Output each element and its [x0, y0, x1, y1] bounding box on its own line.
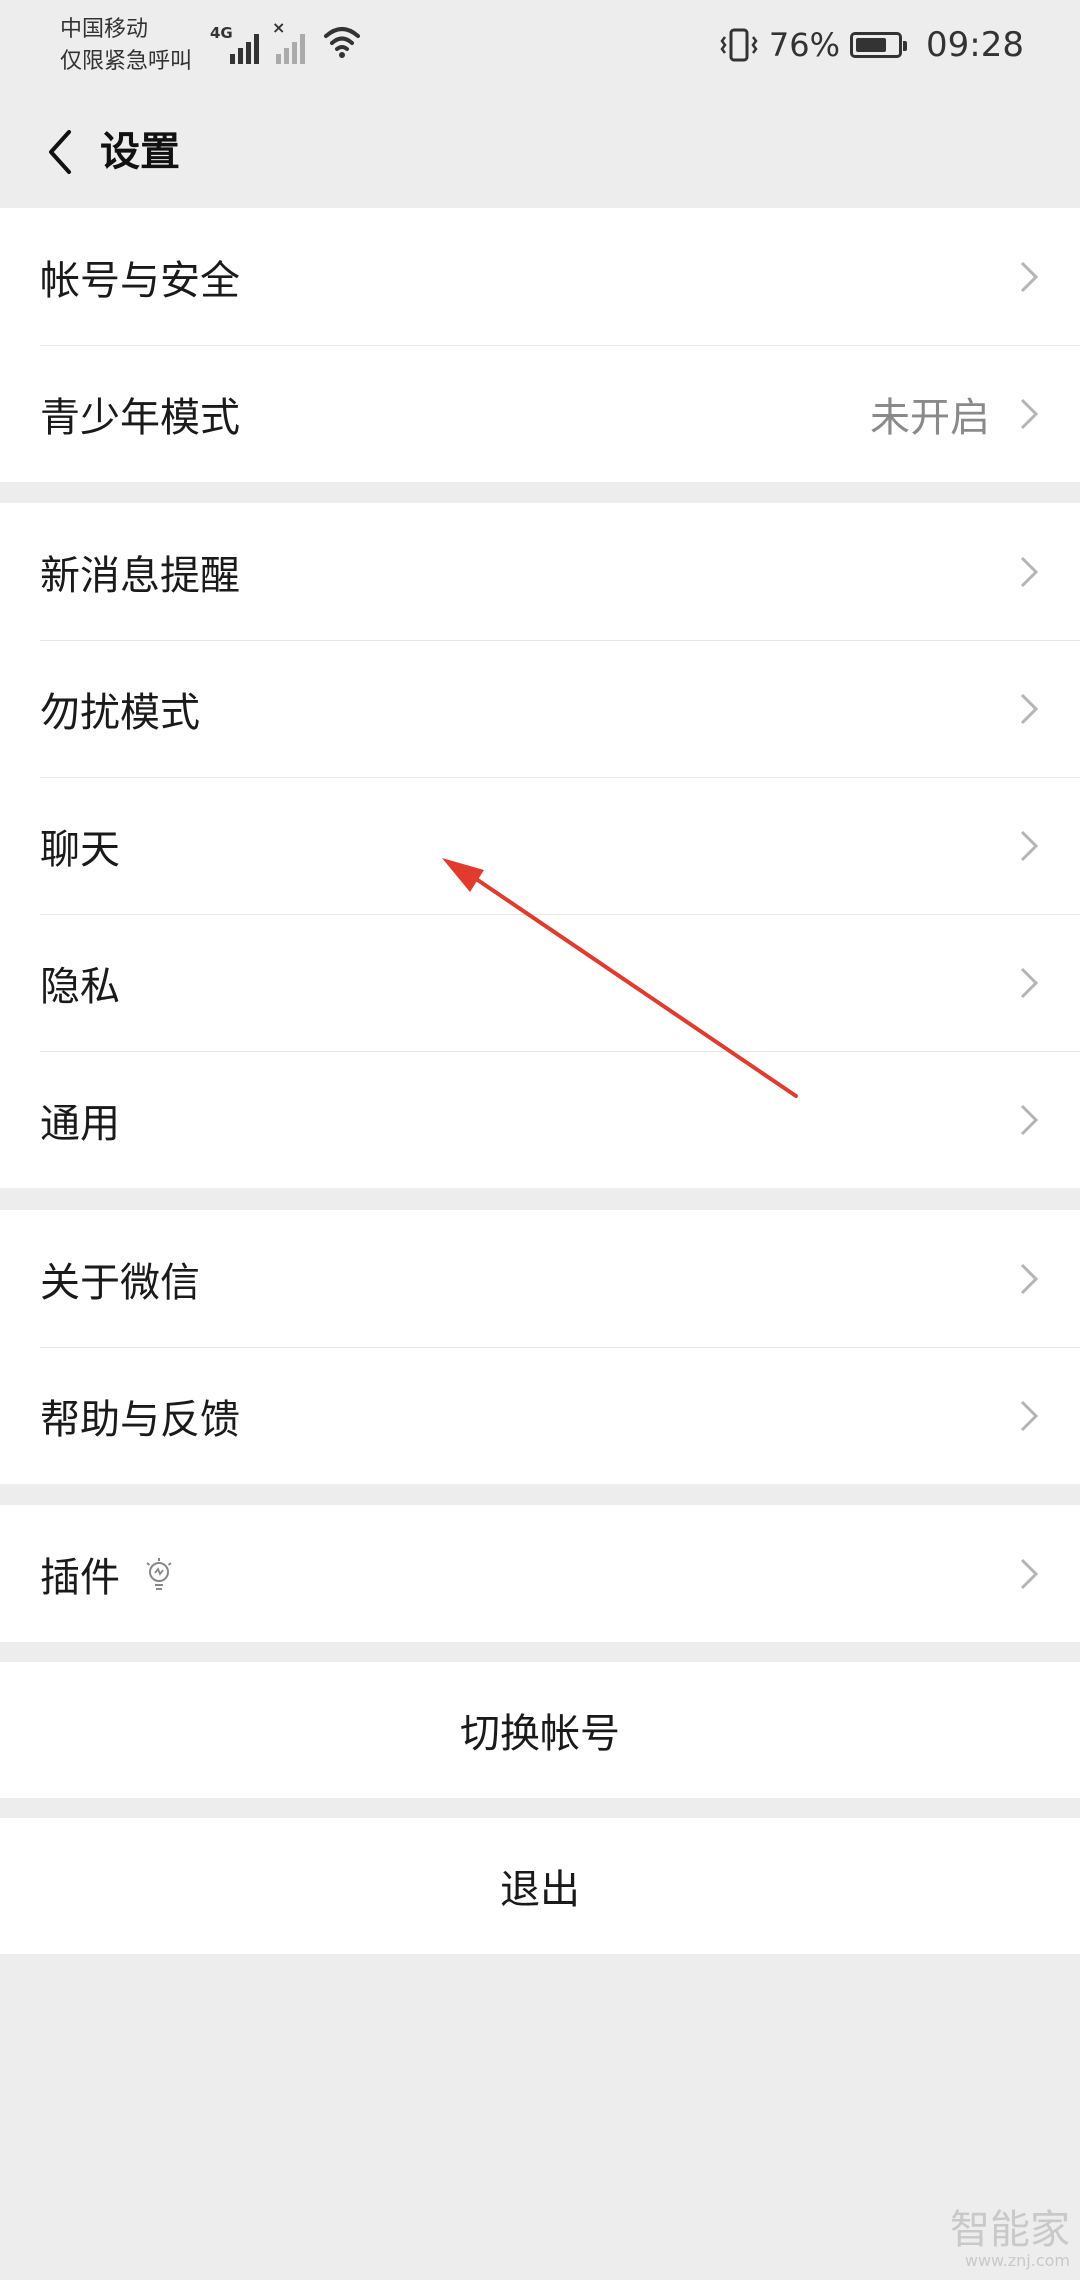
chevron-right-icon [1020, 556, 1039, 587]
chevron-left-icon [49, 130, 71, 174]
signal-icon [230, 34, 259, 64]
settings-item-general[interactable]: 通用 [0, 1051, 1080, 1188]
settings-item-privacy[interactable]: 隐私 [0, 914, 1080, 1051]
carrier-status: 仅限紧急呼叫 [60, 49, 193, 74]
settings-item-label: 通用 [40, 1100, 120, 1147]
settings-item-label: 勿扰模式 [40, 689, 200, 736]
battery-percent: 76% [768, 26, 841, 64]
logout-group: 退出 [0, 1818, 1080, 1954]
settings-group-account: 帐号与安全 青少年模式 未开启 [0, 208, 1080, 482]
nav-bar: 设置 [0, 96, 1080, 208]
chevron-right-icon [1020, 1263, 1039, 1294]
chevron-right-icon [1020, 830, 1039, 861]
chevron-right-icon [1020, 1558, 1039, 1589]
no-signal-icon [276, 34, 305, 64]
switch-account-label: 切换帐号 [460, 1711, 620, 1757]
page-title: 设置 [100, 129, 180, 175]
watermark: 智能家 www.znj.com [950, 2208, 1070, 2270]
carrier-name: 中国移动 [60, 17, 149, 42]
settings-item-label: 聊天 [40, 826, 120, 873]
status-bar: 中国移动 仅限紧急呼叫 4G × 76% 09:28 [0, 0, 1080, 96]
settings-item-label: 插件 [40, 1554, 120, 1601]
settings-item-account-security[interactable]: 帐号与安全 [0, 208, 1080, 345]
chevron-right-icon [1020, 693, 1039, 724]
chevron-right-icon [1020, 398, 1039, 429]
battery-fill [856, 38, 887, 52]
chevron-right-icon [1020, 1104, 1039, 1135]
settings-group-about: 关于微信 帮助与反馈 [0, 1210, 1080, 1484]
watermark-url: www.znj.com [964, 2251, 1070, 2270]
logout-label: 退出 [500, 1867, 580, 1913]
carrier-info: 中国移动 仅限紧急呼叫 [60, 14, 192, 78]
teen-mode-status: 未开启 [870, 394, 990, 441]
settings-item-help-feedback[interactable]: 帮助与反馈 [0, 1347, 1080, 1484]
settings-item-label: 帮助与反馈 [40, 1396, 240, 1443]
switch-account-button[interactable]: 切换帐号 [0, 1662, 1080, 1798]
settings-item-label: 青少年模式 [40, 394, 240, 441]
settings-item-label: 帐号与安全 [40, 257, 240, 304]
switch-account-group: 切换帐号 [0, 1662, 1080, 1798]
settings-item-chat[interactable]: 聊天 [0, 777, 1080, 914]
settings-item-do-not-disturb[interactable]: 勿扰模式 [0, 640, 1080, 777]
settings-item-notifications[interactable]: 新消息提醒 [0, 503, 1080, 640]
chevron-right-icon [1020, 261, 1039, 292]
chevron-right-icon [1020, 967, 1039, 998]
settings-item-label: 隐私 [40, 963, 120, 1010]
watermark-logo: 智能家 [950, 2207, 1070, 2253]
lightbulb-icon [146, 1558, 172, 1590]
vibrate-icon [720, 28, 758, 62]
logout-button[interactable]: 退出 [0, 1818, 1080, 1954]
back-button[interactable] [28, 120, 92, 184]
settings-item-about-wechat[interactable]: 关于微信 [0, 1210, 1080, 1347]
settings-item-teen-mode[interactable]: 青少年模式 未开启 [0, 345, 1080, 482]
clock: 09:28 [926, 25, 1024, 65]
settings-group-plugins: 插件 [0, 1505, 1080, 1642]
settings-item-label: 新消息提醒 [40, 552, 240, 599]
wifi-icon [324, 27, 360, 58]
settings-item-plugins[interactable]: 插件 [0, 1505, 1080, 1642]
settings-item-label: 关于微信 [40, 1259, 200, 1306]
settings-group-general: 新消息提醒 勿扰模式 聊天 隐私 通用 [0, 503, 1080, 1188]
chevron-right-icon [1020, 1400, 1039, 1431]
status-right: 76% 09:28 [719, 22, 1024, 68]
battery-icon [850, 32, 908, 58]
